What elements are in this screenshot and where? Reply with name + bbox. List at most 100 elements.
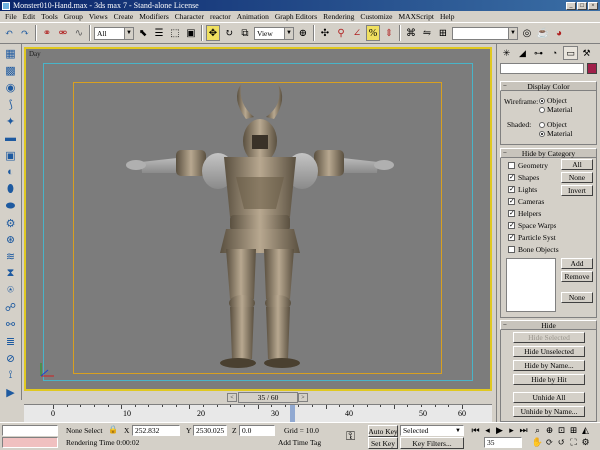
add-time-tag-button[interactable]: Add Time Tag: [278, 438, 321, 447]
named-selection-set-dropdown[interactable]: ▼: [452, 26, 518, 40]
car-wheel-icon[interactable]: ⊘: [3, 350, 19, 366]
cloth-collection-icon[interactable]: ▩: [3, 63, 19, 79]
constraint-solver-icon[interactable]: ⧗: [3, 266, 19, 282]
wireframe-object-radio[interactable]: [539, 98, 545, 104]
x-coordinate-field[interactable]: 252.832: [132, 425, 180, 436]
select-object-icon[interactable]: ⬉: [136, 25, 150, 41]
field-of-view-icon[interactable]: ◭: [580, 425, 591, 436]
rectangular-selection-icon[interactable]: ⬚: [168, 25, 182, 41]
category-none-button[interactable]: None: [561, 172, 593, 183]
material-editor-icon[interactable]: ◎: [520, 25, 534, 41]
point-path-icon[interactable]: ⟟: [3, 367, 19, 383]
next-frame-icon[interactable]: ▸: [506, 425, 517, 436]
hide-by-name-button[interactable]: Hide by Name...: [513, 360, 585, 371]
object-name-field[interactable]: [500, 63, 584, 74]
unlink-icon[interactable]: ⚮: [56, 25, 70, 41]
hide-by-category-rollout-header[interactable]: − Hide by Category: [500, 148, 597, 158]
bind-space-warp-icon[interactable]: ∿: [72, 25, 86, 41]
set-key-button[interactable]: Set Key: [368, 437, 398, 449]
tab-create-icon[interactable]: ✳: [499, 46, 514, 60]
angle-snap-icon[interactable]: ∠: [350, 25, 364, 41]
hinge-icon[interactable]: ☍: [3, 300, 19, 316]
pivot-center-icon[interactable]: ⊕: [296, 25, 310, 41]
go-to-end-icon[interactable]: ⏭: [518, 425, 529, 436]
menu-edit[interactable]: Edit: [20, 12, 39, 21]
motor-icon[interactable]: ⬮: [3, 181, 19, 197]
zoom-extents-icon[interactable]: ⊡: [556, 425, 567, 436]
key-icon[interactable]: ⚿: [346, 429, 355, 444]
shapes-checkbox[interactable]: ✓: [508, 174, 515, 181]
prismatic-icon[interactable]: ≣: [3, 333, 19, 349]
maxscript-output-field[interactable]: [2, 437, 58, 448]
mirror-icon[interactable]: ⇋: [420, 25, 434, 41]
fracture-icon[interactable]: ⊛: [3, 232, 19, 248]
rigid-body-collection-icon[interactable]: ▦: [3, 46, 19, 62]
named-selection-icon[interactable]: ⌘: [404, 25, 418, 41]
previous-frame-icon[interactable]: ◂: [482, 425, 493, 436]
hide-by-hit-button[interactable]: Hide by Hit: [513, 374, 585, 385]
cameras-checkbox[interactable]: ✓: [508, 198, 515, 205]
menu-file[interactable]: File: [2, 12, 20, 21]
percent-snap-icon[interactable]: %: [366, 25, 380, 41]
dashpot-icon[interactable]: ◐: [3, 164, 19, 180]
pan-icon[interactable]: ✋: [532, 437, 543, 448]
track-bar[interactable]: 0 10 20 30 40 50 60: [24, 404, 492, 423]
bone-objects-checkbox[interactable]: [508, 246, 515, 253]
object-color-swatch[interactable]: [587, 63, 597, 74]
preview-animation-icon[interactable]: ▶: [3, 384, 19, 400]
lock-selection-icon[interactable]: 🔒: [108, 425, 118, 434]
shaded-object-radio[interactable]: [539, 122, 545, 128]
perspective-viewport[interactable]: Day: [24, 47, 492, 391]
category-remove-button[interactable]: Remove: [561, 271, 593, 282]
category-list-none-button[interactable]: None: [561, 292, 593, 303]
menu-rendering[interactable]: Rendering: [320, 12, 357, 21]
category-listbox[interactable]: [506, 258, 556, 312]
menu-views[interactable]: Views: [86, 12, 111, 21]
menu-character[interactable]: Character: [172, 12, 207, 21]
helpers-checkbox[interactable]: ✓: [508, 210, 515, 217]
tab-utilities-icon[interactable]: ⚒: [579, 46, 594, 60]
category-add-button[interactable]: Add: [561, 258, 593, 269]
key-filters-button[interactable]: Key Filters...: [400, 437, 464, 449]
maxscript-listener-field[interactable]: [2, 425, 58, 436]
select-by-name-icon[interactable]: ☰: [152, 25, 166, 41]
menu-create[interactable]: Create: [111, 12, 137, 21]
time-slider-next-button[interactable]: >: [298, 393, 308, 402]
menu-group[interactable]: Group: [61, 12, 86, 21]
window-crossing-icon[interactable]: ▣: [184, 25, 198, 41]
space-warps-checkbox[interactable]: ✓: [508, 222, 515, 229]
particle-systems-checkbox[interactable]: ✓: [508, 234, 515, 241]
hide-selected-button[interactable]: Hide Selected: [513, 332, 585, 343]
go-to-start-icon[interactable]: ⏮: [470, 425, 481, 436]
deforming-mesh-icon[interactable]: ✦: [3, 114, 19, 130]
menu-animation[interactable]: Animation: [234, 12, 272, 21]
time-configuration-icon[interactable]: ⚙: [580, 437, 591, 448]
time-slider-prev-button[interactable]: <: [227, 393, 237, 402]
current-frame-field[interactable]: 35: [484, 437, 522, 448]
render-scene-icon[interactable]: ☕: [536, 25, 550, 41]
spinner-snap-icon[interactable]: ⇕: [382, 25, 396, 41]
z-coordinate-field[interactable]: 0.0: [239, 425, 275, 436]
unhide-all-button[interactable]: Unhide All: [513, 392, 585, 403]
menu-maxscript[interactable]: MAXScript: [396, 12, 437, 21]
menu-modifiers[interactable]: Modifiers: [136, 12, 172, 21]
ragdoll-icon[interactable]: ⍟: [3, 283, 19, 299]
undo-icon[interactable]: ↶: [2, 25, 16, 41]
align-icon[interactable]: ⊞: [436, 25, 450, 41]
key-mode-dropdown[interactable]: Selected ▼: [400, 425, 464, 436]
reference-coord-dropdown[interactable]: View ▼: [254, 26, 294, 40]
snap-toggle-icon[interactable]: ⚲: [334, 25, 348, 41]
zoom-icon[interactable]: ⌕: [532, 425, 543, 436]
armored-monster-model[interactable]: [26, 49, 492, 391]
zoom-extents-all-icon[interactable]: ⊞: [568, 425, 579, 436]
arc-rotate-selected-icon[interactable]: ↺: [556, 437, 567, 448]
tab-modify-icon[interactable]: ◢: [515, 46, 530, 60]
zoom-all-icon[interactable]: ⊕: [544, 425, 555, 436]
spring-icon[interactable]: ▣: [3, 147, 19, 163]
wireframe-material-radio[interactable]: [539, 107, 545, 113]
select-and-move-icon[interactable]: ✥: [206, 25, 220, 41]
shaded-material-radio[interactable]: [539, 131, 545, 137]
toy-car-icon[interactable]: ⚙: [3, 215, 19, 231]
menu-help[interactable]: Help: [437, 12, 458, 21]
water-icon[interactable]: ≋: [3, 249, 19, 265]
